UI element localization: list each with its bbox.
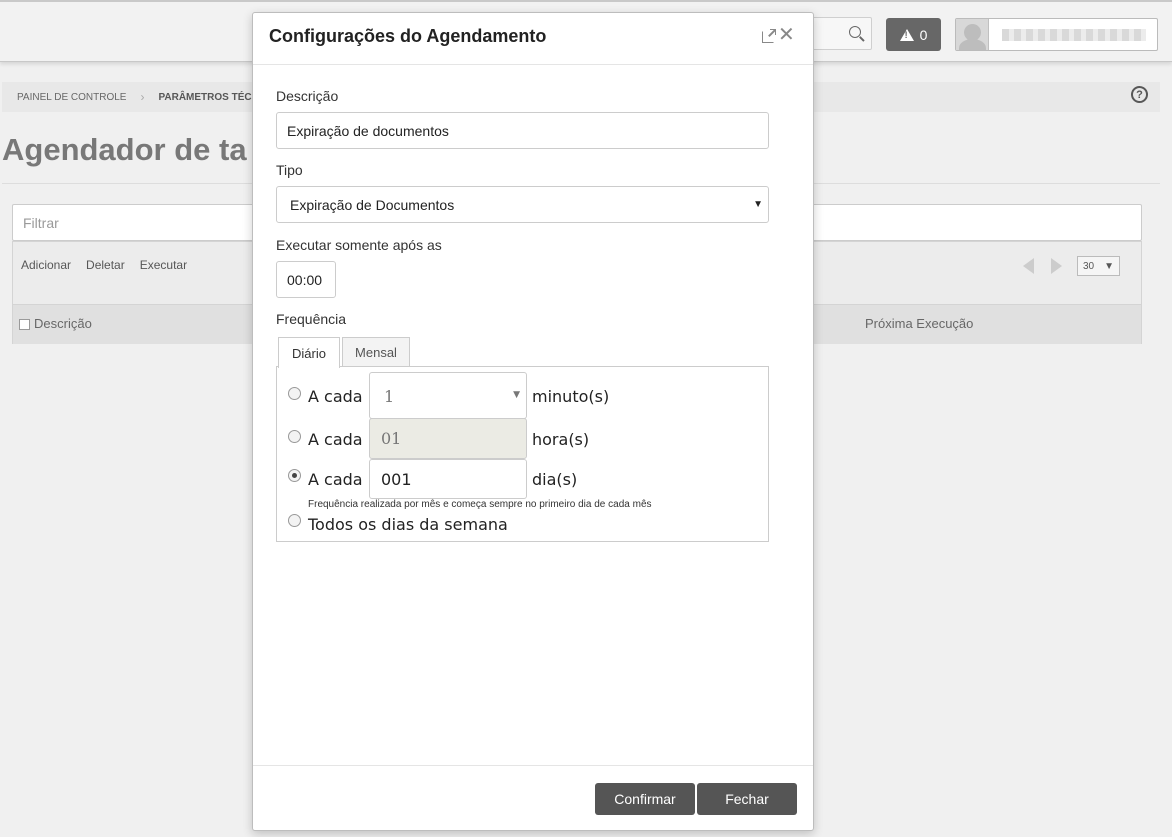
every-hours-radio[interactable] <box>288 430 301 443</box>
type-label: Tipo <box>276 162 303 178</box>
hours-unit: hora(s) <box>532 430 590 449</box>
frequency-note: Frequência realizada por mês e começa se… <box>308 499 652 510</box>
all-weekdays-radio[interactable] <box>288 514 301 527</box>
caret-down-icon: ▼ <box>513 390 520 400</box>
every-days-prefix: A cada <box>308 470 363 489</box>
every-minutes-radio[interactable] <box>288 387 301 400</box>
dialog-footer: Confirmar Fechar <box>253 765 813 830</box>
tab-daily[interactable]: Diário <box>278 337 340 368</box>
minutes-unit: minuto(s) <box>532 387 610 406</box>
schedule-settings-dialog: Configurações do Agendamento ✕ Descrição… <box>252 12 814 831</box>
every-minutes-prefix: A cada <box>308 387 363 406</box>
minutes-selected-value: 1 <box>384 387 395 406</box>
days-input[interactable] <box>369 459 527 499</box>
description-input[interactable] <box>276 112 769 149</box>
minutes-select[interactable]: 1 ▼ <box>369 372 527 419</box>
popout-icon[interactable] <box>762 29 776 43</box>
type-select[interactable]: Expiração de Documentos ▼ <box>276 186 769 223</box>
run-after-label: Executar somente após as <box>276 237 442 253</box>
every-days-radio[interactable] <box>288 469 301 482</box>
close-icon[interactable]: ✕ <box>778 25 795 45</box>
run-after-time-input[interactable] <box>276 261 336 298</box>
dialog-header: Configurações do Agendamento ✕ <box>253 13 813 65</box>
confirm-button[interactable]: Confirmar <box>595 783 695 815</box>
every-hours-prefix: A cada <box>308 430 363 449</box>
dialog-title: Configurações do Agendamento <box>269 26 547 46</box>
frequency-label: Frequência <box>276 311 347 327</box>
days-unit: dia(s) <box>532 470 578 489</box>
close-button[interactable]: Fechar <box>697 783 797 815</box>
all-weekdays-label: Todos os dias da semana <box>308 515 508 534</box>
tab-monthly[interactable]: Mensal <box>342 337 410 367</box>
caret-down-icon: ▼ <box>753 199 763 210</box>
hours-input <box>369 418 527 459</box>
daily-frequency-panel: A cada 1 ▼ minuto(s) A cada hora(s) A ca… <box>276 366 769 542</box>
type-selected-value: Expiração de Documentos <box>290 197 455 213</box>
description-label: Descrição <box>276 88 339 104</box>
